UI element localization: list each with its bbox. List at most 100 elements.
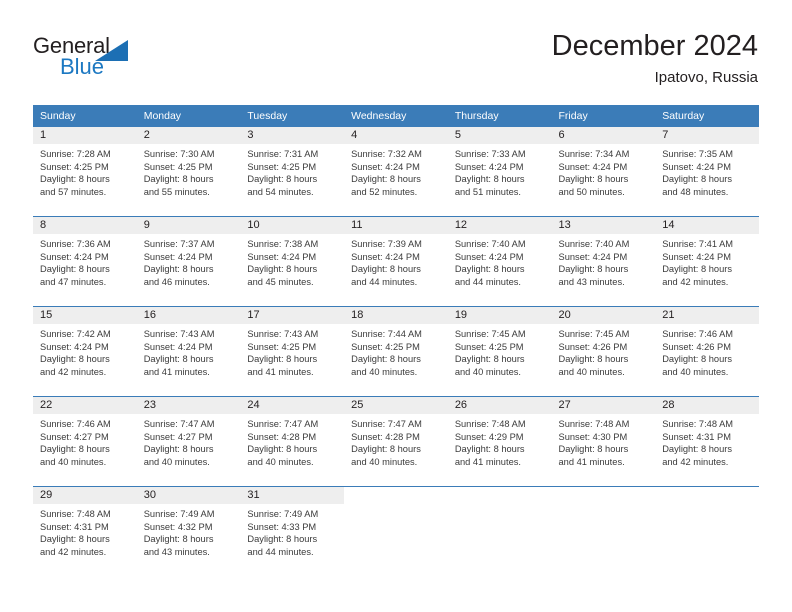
sunrise-time: Sunrise: 7:33 AM [454,149,526,159]
calendar-day-cell[interactable]: 20 Sunrise: 7:45 AM Sunset: 4:26 PM Dayligh… [551,306,656,397]
daylight-duration-line2: and 42 minutes. [40,366,107,377]
day-cell-details: Sunrise: 7:28 AM Sunset: 4:25 PM Daylight:… [33,144,137,198]
daylight-duration-line1: Daylight: 8 hours [40,444,110,455]
sunset-time: Sunset: 4:24 PM [454,251,524,262]
calendar-day-cell[interactable]: 24 Sunrise: 7:47 AM Sunset: 4:28 PM Dayligh… [240,396,345,487]
calendar-day-cell[interactable]: 29 Sunrise: 7:48 AM Sunset: 4:31 PM Dayligh… [33,486,137,576]
day-cell-inner: 9 Sunrise: 7:37 AM Sunset: 4:24 PM Daylight… [136,217,241,306]
day-cell-inner [655,487,759,576]
calendar-week-row: 15 Sunrise: 7:42 AM Sunset: 4:24 PM Dayligh… [33,306,759,397]
daylight-duration-line1: Daylight: 8 hours [454,174,525,185]
day-cell-inner: 20 Sunrise: 7:45 AM Sunset: 4:26 PM Dayligh… [551,307,656,396]
calendar-header-row: Sunday Monday Tuesday Wednesday Thursday… [33,105,759,127]
daylight-duration-line1: Daylight: 8 hours [351,354,421,365]
day-number: 24 [240,397,345,414]
calendar-day-cell[interactable]: 9 Sunrise: 7:37 AM Sunset: 4:24 PM Daylight… [136,216,241,307]
weekday-header-monday: Monday [136,105,241,127]
sunset-time: Sunset: 4:27 PM [143,431,213,442]
calendar-day-cell[interactable]: 19 Sunrise: 7:45 AM Sunset: 4:25 PM Dayligh… [447,306,552,397]
calendar-day-cell[interactable]: 7 Sunrise: 7:35 AM Sunset: 4:24 PM Daylight… [655,127,759,217]
day-cell-inner: 29 Sunrise: 7:48 AM Sunset: 4:31 PM Dayligh… [33,487,137,576]
calendar-day-cell[interactable]: 18 Sunrise: 7:44 AM Sunset: 4:25 PM Dayligh… [344,306,448,397]
sunrise-time: Sunrise: 7:45 AM [558,329,630,339]
day-cell-inner: 18 Sunrise: 7:44 AM Sunset: 4:25 PM Dayligh… [344,307,448,396]
day-number: 25 [344,397,448,414]
calendar-day-cell[interactable]: 11 Sunrise: 7:39 AM Sunset: 4:24 PM Dayligh… [344,216,448,307]
day-cell-inner: 1 Sunrise: 7:28 AM Sunset: 4:25 PM Daylight… [33,127,137,216]
sunrise-time: Sunrise: 7:40 AM [454,239,526,249]
sunset-time: Sunset: 4:28 PM [351,431,420,442]
day-cell-inner: 30 Sunrise: 7:49 AM Sunset: 4:32 PM Dayligh… [136,487,241,576]
daylight-duration-line2: and 43 minutes. [558,276,625,287]
daylight-duration-line2: and 40 minutes. [558,366,625,377]
sunset-time: Sunset: 4:27 PM [40,431,109,442]
sunrise-time: Sunrise: 7:47 AM [143,419,215,429]
daylight-duration-line1: Daylight: 8 hours [40,534,110,545]
calendar-day-cell[interactable]: 8 Sunrise: 7:36 AM Sunset: 4:24 PM Daylight… [33,216,137,307]
calendar-day-cell[interactable]: 10 Sunrise: 7:38 AM Sunset: 4:24 PM Dayligh… [240,216,345,307]
calendar-day-cell[interactable]: 1 Sunrise: 7:28 AM Sunset: 4:25 PM Daylight… [33,127,137,217]
daylight-duration-line2: and 45 minutes. [247,276,314,287]
calendar-day-cell[interactable]: 26 Sunrise: 7:48 AM Sunset: 4:29 PM Dayligh… [447,396,552,487]
sunrise-time: Sunrise: 7:41 AM [662,239,734,249]
daylight-duration-line1: Daylight: 8 hours [143,264,214,275]
day-cell-details [344,504,448,508]
daylight-duration-line2: and 40 minutes. [40,456,107,467]
day-number: 1 [33,127,137,144]
calendar-day-cell[interactable]: 12 Sunrise: 7:40 AM Sunset: 4:24 PM Dayligh… [447,216,552,307]
calendar-day-cell[interactable]: 30 Sunrise: 7:49 AM Sunset: 4:32 PM Dayligh… [136,486,241,576]
calendar-day-cell[interactable]: 28 Sunrise: 7:48 AM Sunset: 4:31 PM Dayligh… [655,396,759,487]
day-cell-details: Sunrise: 7:40 AM Sunset: 4:24 PM Daylight:… [552,234,656,288]
calendar-day-cell[interactable]: 31 Sunrise: 7:49 AM Sunset: 4:33 PM Dayligh… [240,486,345,576]
calendar-day-cell[interactable]: 14 Sunrise: 7:41 AM Sunset: 4:24 PM Dayligh… [655,216,759,307]
day-cell-inner: 28 Sunrise: 7:48 AM Sunset: 4:31 PM Dayligh… [655,397,759,486]
day-number: 6 [551,127,656,144]
calendar-day-cell[interactable]: 23 Sunrise: 7:47 AM Sunset: 4:27 PM Dayligh… [136,396,241,487]
calendar-day-cell[interactable]: 15 Sunrise: 7:42 AM Sunset: 4:24 PM Dayligh… [33,306,137,397]
daylight-duration-line2: and 54 minutes. [247,186,314,197]
daylight-duration-line2: and 42 minutes. [40,546,107,557]
daylight-duration-line2: and 40 minutes. [662,366,729,377]
sunset-time: Sunset: 4:24 PM [40,341,109,352]
sunset-time: Sunset: 4:24 PM [143,341,213,352]
calendar-day-cell[interactable]: 6 Sunrise: 7:34 AM Sunset: 4:24 PM Daylight… [551,127,656,217]
calendar-day-cell[interactable]: 27 Sunrise: 7:48 AM Sunset: 4:30 PM Dayligh… [551,396,656,487]
sunrise-time: Sunrise: 7:34 AM [558,149,630,159]
daylight-duration-line2: and 52 minutes. [351,186,418,197]
calendar-day-cell[interactable]: 25 Sunrise: 7:47 AM Sunset: 4:28 PM Dayligh… [344,396,448,487]
day-cell-inner [344,487,448,576]
sunset-time: Sunset: 4:25 PM [247,161,317,172]
calendar-day-cell[interactable]: 3 Sunrise: 7:31 AM Sunset: 4:25 PM Daylight… [240,127,345,217]
calendar-day-cell[interactable]: 13 Sunrise: 7:40 AM Sunset: 4:24 PM Dayligh… [551,216,656,307]
daylight-duration-line1: Daylight: 8 hours [143,534,214,545]
sunrise-time: Sunrise: 7:37 AM [143,239,215,249]
calendar-week-row: 8 Sunrise: 7:36 AM Sunset: 4:24 PM Daylight… [33,216,759,307]
sunrise-time: Sunrise: 7:36 AM [40,239,111,249]
day-cell-inner: 15 Sunrise: 7:42 AM Sunset: 4:24 PM Dayligh… [33,307,137,396]
calendar-day-cell[interactable]: 16 Sunrise: 7:43 AM Sunset: 4:24 PM Dayligh… [136,306,241,397]
day-cell-details: Sunrise: 7:42 AM Sunset: 4:24 PM Daylight:… [33,324,137,378]
daylight-duration-line2: and 42 minutes. [662,276,729,287]
day-number: 17 [240,307,345,324]
calendar-day-cell[interactable]: 21 Sunrise: 7:46 AM Sunset: 4:26 PM Dayligh… [655,306,759,397]
calendar-day-cell[interactable]: 4 Sunrise: 7:32 AM Sunset: 4:24 PM Daylight… [344,127,448,217]
daylight-duration-line1: Daylight: 8 hours [558,174,629,185]
day-cell-inner: 25 Sunrise: 7:47 AM Sunset: 4:28 PM Dayligh… [344,397,448,486]
calendar-day-cell[interactable]: 17 Sunrise: 7:43 AM Sunset: 4:25 PM Dayligh… [240,306,345,397]
sunrise-time: Sunrise: 7:48 AM [558,419,630,429]
day-cell-inner: 17 Sunrise: 7:43 AM Sunset: 4:25 PM Dayligh… [240,307,345,396]
sunrise-time: Sunrise: 7:35 AM [662,149,734,159]
day-number: 18 [344,307,448,324]
daylight-duration-line1: Daylight: 8 hours [662,354,732,365]
calendar-day-cell[interactable]: 2 Sunrise: 7:30 AM Sunset: 4:25 PM Daylight… [136,127,241,217]
sunrise-time: Sunrise: 7:48 AM [454,419,526,429]
calendar-day-cell[interactable]: 5 Sunrise: 7:33 AM Sunset: 4:24 PM Daylight… [447,127,552,217]
day-number: 9 [136,217,241,234]
daylight-duration-line1: Daylight: 8 hours [662,444,732,455]
sunset-time: Sunset: 4:24 PM [351,161,420,172]
sunrise-time: Sunrise: 7:45 AM [454,329,526,339]
sunset-time: Sunset: 4:28 PM [247,431,317,442]
calendar-day-cell[interactable]: 22 Sunrise: 7:46 AM Sunset: 4:27 PM Dayligh… [33,396,137,487]
sunrise-time: Sunrise: 7:28 AM [40,149,111,159]
daylight-duration-line1: Daylight: 8 hours [40,354,110,365]
